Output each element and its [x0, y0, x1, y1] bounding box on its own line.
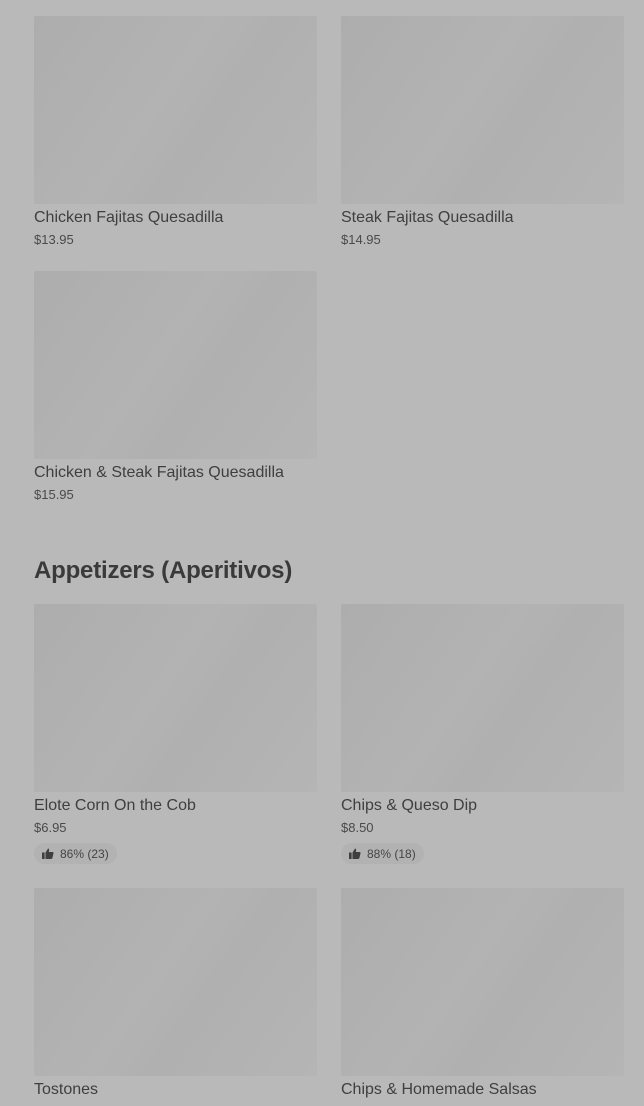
appetizers-grid: Elote Corn On the Cob $6.95 86% (23) Chi… — [34, 604, 624, 1099]
item-image-placeholder — [34, 888, 317, 1076]
rating-text: 88% (18) — [367, 846, 416, 861]
section-title: Appetizers (Aperitivos) — [34, 557, 293, 584]
menu-item-card[interactable]: Elote Corn On the Cob $6.95 86% (23) — [34, 604, 317, 864]
item-image-placeholder — [34, 604, 317, 792]
menu-item-card[interactable]: Steak Fajitas Quesadilla $14.95 — [341, 16, 624, 247]
item-image-placeholder — [341, 604, 624, 792]
quesadillas-grid: Chicken Fajitas Quesadilla $13.95 Steak … — [34, 16, 624, 502]
item-price: $13.95 — [34, 232, 74, 247]
item-price: $14.95 — [341, 232, 381, 247]
rating-badge: 88% (18) — [341, 843, 424, 864]
item-image-placeholder — [34, 271, 317, 459]
menu-item-card[interactable]: Chips & Homemade Salsas — [341, 888, 624, 1099]
item-price: $8.50 — [341, 820, 374, 835]
menu-item-card[interactable]: Chips & Queso Dip $8.50 88% (18) — [341, 604, 624, 864]
item-name: Chicken & Steak Fajitas Quesadilla — [34, 464, 284, 481]
item-image-placeholder — [34, 16, 317, 204]
item-image-placeholder — [341, 16, 624, 204]
rating-badge: 86% (23) — [34, 843, 117, 864]
item-name: Tostones — [34, 1081, 99, 1098]
item-price: $15.95 — [34, 487, 74, 502]
menu-item-card[interactable]: Tostones — [34, 888, 317, 1099]
menu-item-card[interactable]: Chicken Fajitas Quesadilla $13.95 — [34, 16, 317, 247]
item-name: Elote Corn On the Cob — [34, 797, 196, 814]
menu-page: Chicken Fajitas Quesadilla $13.95 Steak … — [0, 0, 644, 1106]
item-image-placeholder — [341, 888, 624, 1076]
item-name: Steak Fajitas Quesadilla — [341, 209, 514, 226]
thumbs-up-icon — [349, 848, 361, 859]
item-name: Chips & Homemade Salsas — [341, 1081, 537, 1098]
menu-item-card[interactable]: Chicken & Steak Fajitas Quesadilla $15.9… — [34, 271, 317, 502]
item-name: Chips & Queso Dip — [341, 797, 478, 814]
item-price: $6.95 — [34, 820, 67, 835]
rating-text: 86% (23) — [60, 846, 109, 861]
item-name: Chicken Fajitas Quesadilla — [34, 209, 224, 226]
thumbs-up-icon — [42, 848, 54, 859]
